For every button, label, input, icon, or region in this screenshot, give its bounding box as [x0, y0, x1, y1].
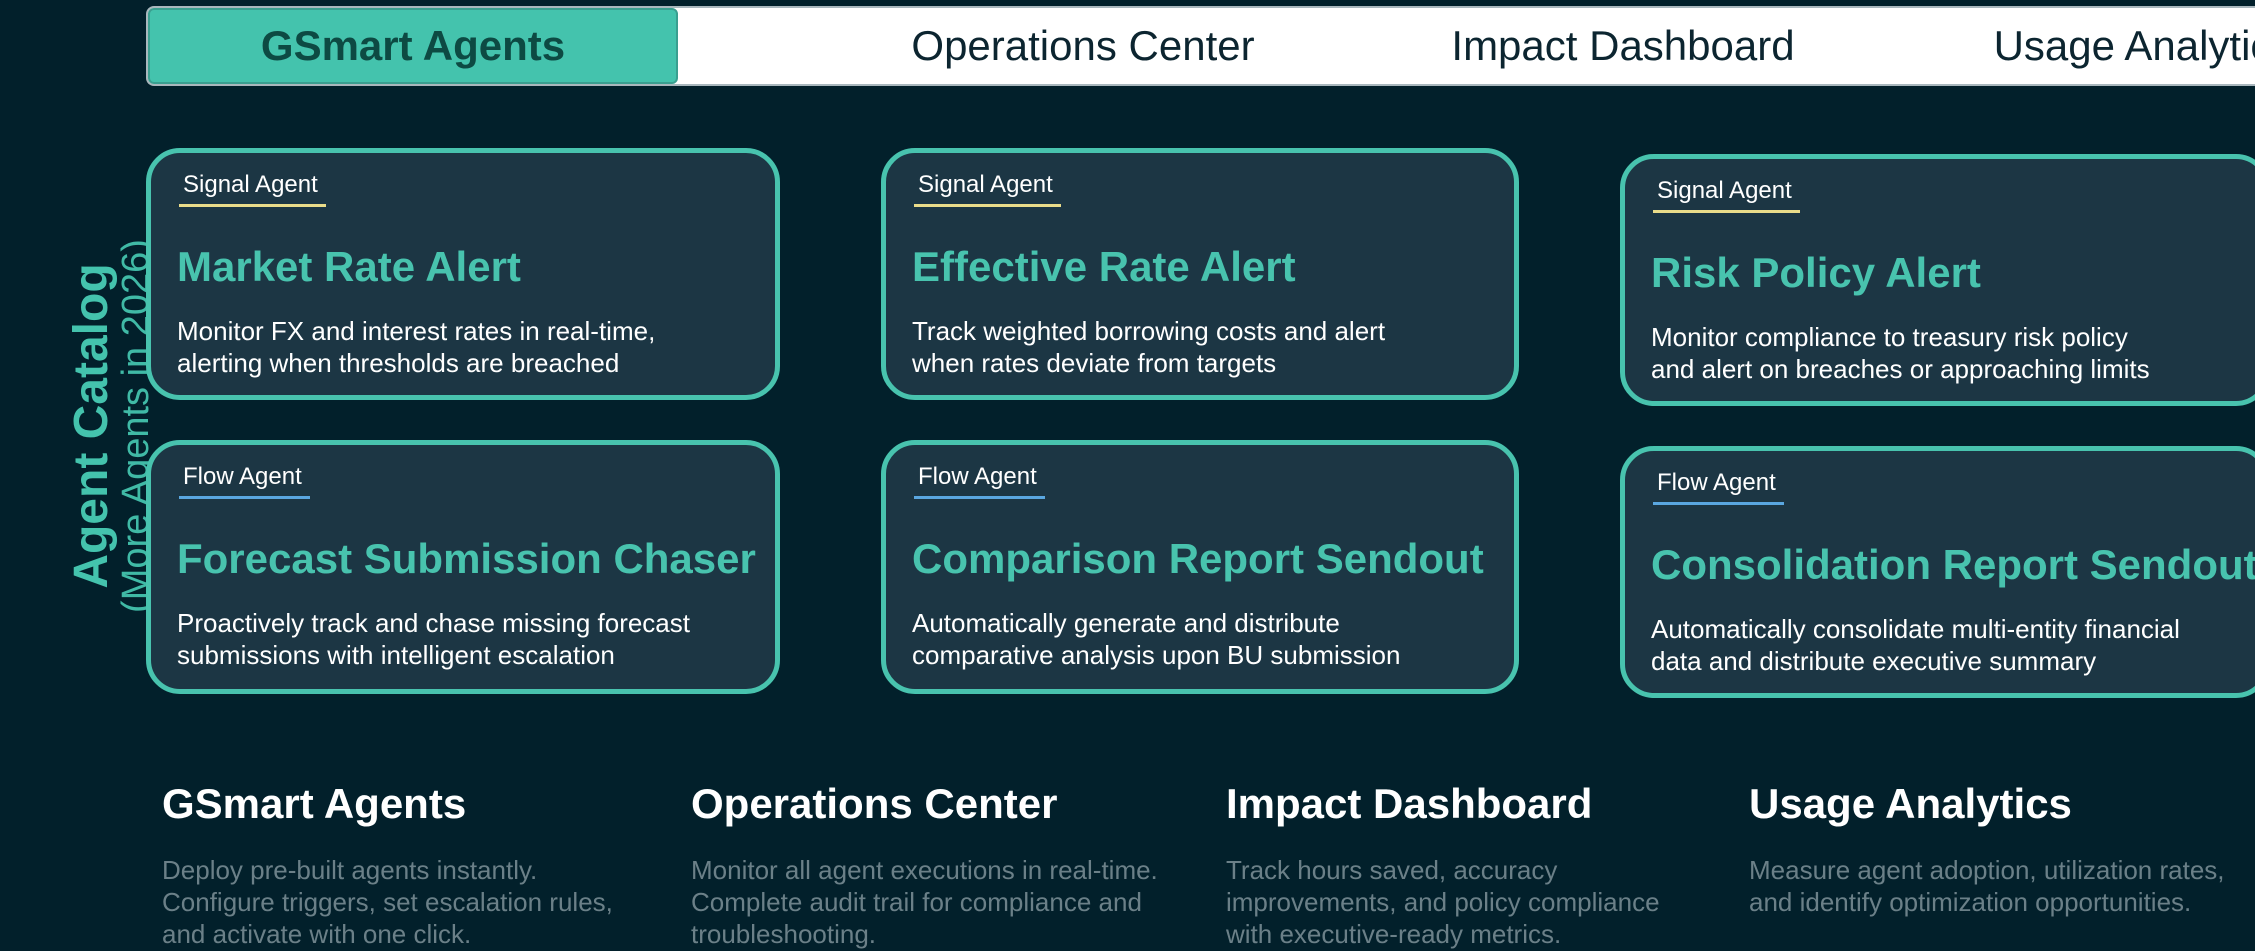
agent-card-title: Effective Rate Alert: [912, 243, 1296, 290]
feature-line: Measure agent adoption, utilization rate…: [1749, 855, 2225, 885]
feature-line: and activate with one click.: [162, 919, 472, 949]
agent-card-effective-rate-alert[interactable]: Signal Agent Effective Rate Alert Track …: [881, 148, 1519, 400]
feature-title: Impact Dashboard: [1226, 780, 1593, 827]
agent-card-title: Comparison Report Sendout: [912, 535, 1484, 582]
agent-card-title: Forecast Submission Chaser: [177, 535, 756, 582]
agent-catalog-title: Agent Catalog: [64, 263, 118, 589]
feature-line: Deploy pre-built agents instantly.: [162, 855, 538, 885]
feature-line: and identify optimization opportunities.: [1749, 887, 2192, 917]
agent-card-description: Automatically generate and distribute co…: [912, 607, 1494, 671]
agent-type-badge: Signal Agent: [179, 171, 326, 207]
description-line: Automatically consolidate multi-entity f…: [1651, 614, 2180, 644]
description-line: Automatically generate and distribute: [912, 608, 1340, 638]
feature-title: Operations Center: [691, 780, 1058, 827]
feature-gsmart-agents: GSmart Agents Deploy pre-built agents in…: [162, 780, 642, 950]
feature-impact-dashboard: Impact Dashboard Track hours saved, accu…: [1226, 780, 1706, 950]
agent-type-badge: Flow Agent: [1653, 469, 1784, 505]
description-line: Proactively track and chase missing fore…: [177, 608, 690, 638]
tab-impact-dashboard[interactable]: Impact Dashboard: [1323, 8, 1923, 84]
description-line: data and distribute executive summary: [1651, 646, 2097, 676]
feature-operations-center: Operations Center Monitor all agent exec…: [691, 780, 1171, 950]
agent-card-title: Risk Policy Alert: [1651, 249, 1981, 296]
description-line: Monitor FX and interest rates in real-ti…: [177, 316, 656, 346]
feature-line: with executive-ready metrics.: [1226, 919, 1562, 949]
description-line: comparative analysis upon BU submission: [912, 640, 1401, 670]
tab-gsmart-agents[interactable]: GSmart Agents: [148, 8, 678, 84]
tab-operations-center[interactable]: Operations Center: [773, 8, 1393, 84]
feature-usage-analytics: Usage Analytics Measure agent adoption, …: [1749, 780, 2229, 918]
description-line: when rates deviate from targets: [912, 348, 1277, 378]
feature-title: Usage Analytics: [1749, 780, 2072, 827]
agent-card-title: Market Rate Alert: [177, 243, 521, 290]
agent-type-badge: Flow Agent: [914, 463, 1045, 499]
feature-description: Deploy pre-built agents instantly. Confi…: [162, 854, 642, 950]
description-line: alerting when thresholds are breached: [177, 348, 620, 378]
description-line: Monitor compliance to treasury risk poli…: [1651, 322, 2128, 352]
agent-catalog-side-label: Agent Catalog (More Agents in 2026): [64, 239, 157, 613]
agent-card-comparison-report-sendout[interactable]: Flow Agent Comparison Report Sendout Aut…: [881, 440, 1519, 694]
feature-line: improvements, and policy compliance: [1226, 887, 1660, 917]
description-line: submissions with intelligent escalation: [177, 640, 615, 670]
agent-card-consolidation-report-sendout[interactable]: Flow Agent Consolidation Report Sendout …: [1620, 446, 2255, 698]
agent-card-description: Monitor compliance to treasury risk poli…: [1651, 321, 2245, 385]
feature-line: Complete audit trail for compliance and: [691, 887, 1142, 917]
agent-card-description: Proactively track and chase missing fore…: [177, 607, 755, 671]
feature-description: Monitor all agent executions in real-tim…: [691, 854, 1171, 950]
agent-type-badge: Signal Agent: [1653, 177, 1800, 213]
feature-line: Configure triggers, set escalation rules…: [162, 887, 613, 917]
top-tab-bar: GSmart Agents Operations Center Impact D…: [146, 6, 2255, 86]
agent-card-title: Consolidation Report Sendout: [1651, 541, 2255, 588]
agent-type-badge: Flow Agent: [179, 463, 310, 499]
agent-card-market-rate-alert[interactable]: Signal Agent Market Rate Alert Monitor F…: [146, 148, 780, 400]
description-line: Track weighted borrowing costs and alert: [912, 316, 1386, 346]
feature-line: troubleshooting.: [691, 919, 877, 949]
agent-card-description: Automatically consolidate multi-entity f…: [1651, 613, 2245, 677]
feature-line: Monitor all agent executions in real-tim…: [691, 855, 1158, 885]
feature-description: Track hours saved, accuracy improvements…: [1226, 854, 1706, 950]
feature-line: Track hours saved, accuracy: [1226, 855, 1558, 885]
description-line: and alert on breaches or approaching lim…: [1651, 354, 2150, 384]
feature-title: GSmart Agents: [162, 780, 467, 827]
tab-usage-analytics[interactable]: Usage Analytics: [1848, 8, 2255, 84]
feature-description: Measure agent adoption, utilization rate…: [1749, 854, 2229, 918]
agent-card-forecast-submission-chaser[interactable]: Flow Agent Forecast Submission Chaser Pr…: [146, 440, 780, 694]
agent-type-badge: Signal Agent: [914, 171, 1061, 207]
agent-card-description: Monitor FX and interest rates in real-ti…: [177, 315, 755, 379]
agent-card-risk-policy-alert[interactable]: Signal Agent Risk Policy Alert Monitor c…: [1620, 154, 2255, 406]
agent-card-description: Track weighted borrowing costs and alert…: [912, 315, 1494, 379]
